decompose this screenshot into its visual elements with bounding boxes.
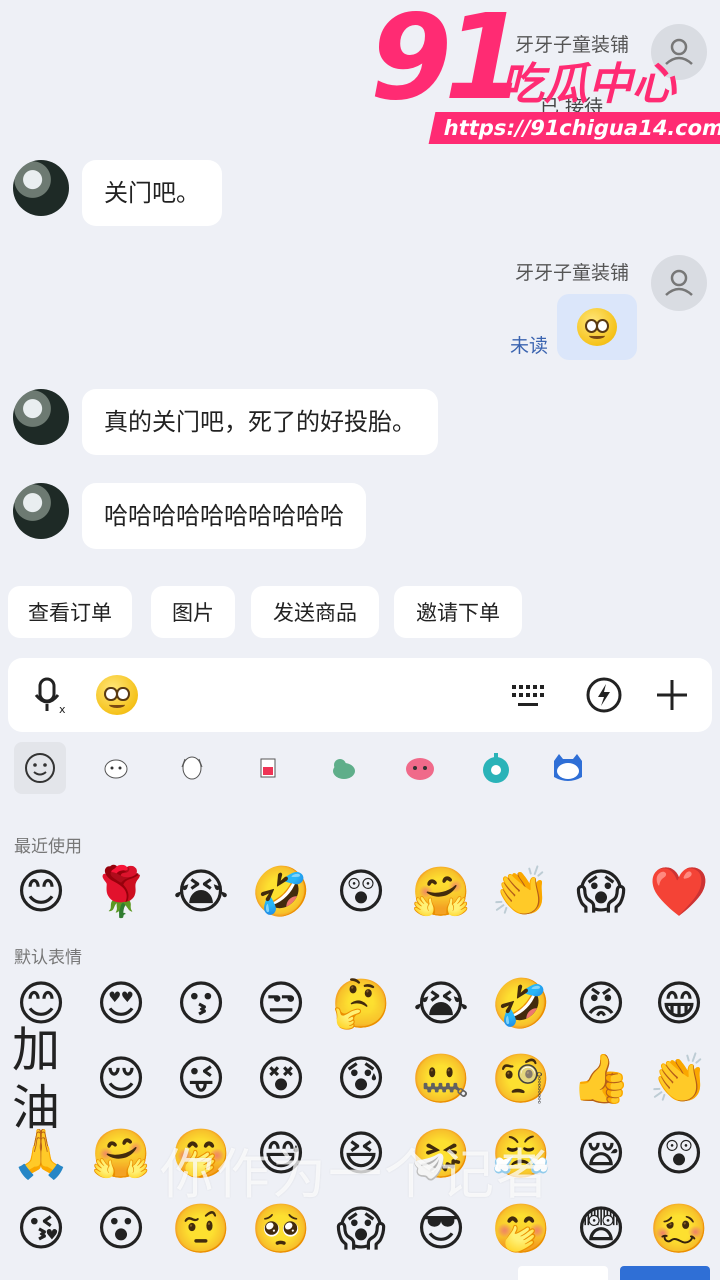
- avatar[interactable]: [651, 255, 707, 311]
- emoji-item[interactable]: 🙏: [11, 1125, 71, 1183]
- bottom-button[interactable]: [518, 1266, 608, 1280]
- emoji-item[interactable]: 👏: [649, 1050, 709, 1108]
- emoji-icon[interactable]: [96, 675, 138, 715]
- send-button[interactable]: [620, 1266, 710, 1280]
- sticker-music-icon: [483, 753, 509, 783]
- shop-name: 牙牙子童装铺: [515, 262, 630, 284]
- emoji-item[interactable]: ❤️: [649, 863, 709, 921]
- tab-pack-1[interactable]: [96, 748, 136, 788]
- sticker-heart-icon: [406, 758, 434, 780]
- sticker-girl-icon: [260, 758, 276, 778]
- tab-pack-5[interactable]: [400, 748, 440, 788]
- sticker-cat-icon: [554, 754, 582, 781]
- emoji-item[interactable]: 😪: [572, 1125, 630, 1183]
- sticker-dino-icon: [333, 759, 355, 779]
- voice-input-icon[interactable]: x: [30, 675, 70, 715]
- tab-smiley[interactable]: [14, 742, 66, 794]
- logo-name: 吃瓜中心: [500, 59, 676, 110]
- recent-label: 最近使用: [14, 837, 82, 857]
- svg-text:x: x: [59, 703, 66, 715]
- emoji-item[interactable]: 🥴: [649, 1200, 709, 1258]
- emoji-item[interactable]: 😭: [172, 863, 230, 921]
- emoji-item[interactable]: 😊: [12, 863, 70, 921]
- emoji-item[interactable]: 🤗: [411, 863, 471, 921]
- emoji-item[interactable]: 🤣: [491, 975, 551, 1033]
- smiley-icon: [25, 753, 55, 783]
- avatar[interactable]: [13, 389, 69, 445]
- emoji-item[interactable]: 😲: [332, 863, 390, 921]
- overlay-caption: 你作为一个记者: [160, 1143, 552, 1206]
- emoji-item[interactable]: 😁: [650, 975, 708, 1033]
- emoji-item[interactable]: 😵: [252, 1050, 310, 1108]
- emoji-item[interactable]: 😰: [332, 1050, 390, 1108]
- default-label: 默认表情: [14, 948, 82, 968]
- message-bubble: 真的关门吧，死了的好投胎。: [82, 389, 438, 455]
- sticker-doodle-icon: [181, 756, 203, 780]
- sticker-bunny-icon: [104, 759, 128, 779]
- emoji-item[interactable]: 😍: [92, 975, 150, 1033]
- tab-pack-2[interactable]: [172, 748, 212, 788]
- quick-reply-icon[interactable]: [584, 675, 624, 715]
- emoji-item[interactable]: 🌹: [91, 863, 151, 921]
- avatar[interactable]: [13, 160, 69, 216]
- tab-pack-3[interactable]: [248, 748, 288, 788]
- message-bubble: 关门吧。: [82, 160, 222, 226]
- avatar[interactable]: [13, 483, 69, 539]
- keyboard-icon[interactable]: [508, 675, 548, 715]
- emoji-item[interactable]: 😱: [572, 863, 630, 921]
- emoji-item[interactable]: 😡: [572, 975, 630, 1033]
- emoji-item[interactable]: 😲: [650, 1125, 708, 1183]
- emoji-item[interactable]: 🤗: [91, 1125, 151, 1183]
- emoji-item[interactable]: 😭: [412, 975, 470, 1033]
- emoji-item[interactable]: 😒: [252, 975, 310, 1033]
- emoji-item[interactable]: 😜: [172, 1050, 230, 1108]
- emoji-item[interactable]: 🤔: [331, 975, 391, 1033]
- emoji-item[interactable]: 👏: [491, 863, 551, 921]
- emoji-item[interactable]: 加油: [12, 1022, 70, 1136]
- emoji-item[interactable]: 😌: [92, 1050, 150, 1108]
- quick-action-send-product[interactable]: 发送商品: [251, 586, 379, 638]
- quick-action-invite-order[interactable]: 邀请下单: [394, 586, 522, 638]
- site-logo: 91 吃瓜中心 https://91chigua14.com: [370, 0, 720, 152]
- message-bubble: [557, 294, 637, 360]
- logo-url: https://91chigua14.com: [428, 112, 720, 144]
- unread-status: 未读: [510, 335, 549, 357]
- emoji-item[interactable]: 😨: [572, 1200, 630, 1258]
- emoji-item[interactable]: 😘: [12, 1200, 70, 1258]
- plus-icon[interactable]: [652, 675, 692, 715]
- quick-action-image[interactable]: 图片: [151, 586, 235, 638]
- emoji-item[interactable]: 👍: [571, 1050, 631, 1108]
- message-bubble: 哈哈哈哈哈哈哈哈哈哈: [82, 483, 366, 549]
- quick-action-view-order[interactable]: 查看订单: [8, 586, 132, 638]
- smile-emoji-icon: [577, 308, 617, 346]
- emoji-item[interactable]: 🤣: [251, 863, 311, 921]
- emoji-pack-tabs: [0, 738, 720, 798]
- emoji-item[interactable]: 😗: [172, 975, 230, 1033]
- tab-pack-6[interactable]: [476, 748, 516, 788]
- input-bar[interactable]: x: [8, 658, 712, 732]
- user-icon: [665, 269, 693, 296]
- tab-pack-4[interactable]: [324, 748, 364, 788]
- emoji-item[interactable]: 😮: [92, 1200, 150, 1258]
- emoji-item[interactable]: 🧐: [491, 1050, 551, 1108]
- tab-pack-7[interactable]: [548, 748, 588, 788]
- emoji-item[interactable]: 🤐: [411, 1050, 471, 1108]
- logo-number: 91: [370, 0, 526, 126]
